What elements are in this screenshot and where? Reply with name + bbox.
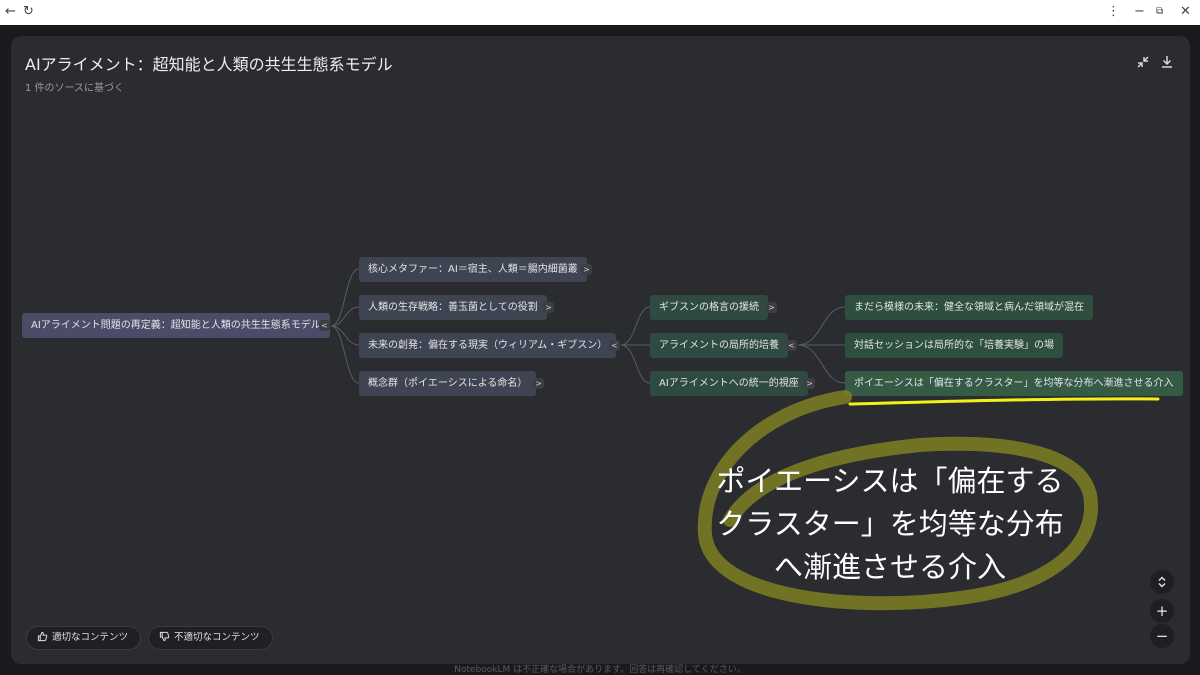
thumbs-down-icon (159, 629, 170, 642)
good-content-label: 適切なコンテンツ (52, 632, 129, 643)
bad-content-button[interactable]: 不適切なコンテンツ (148, 626, 273, 650)
annotation-line: へ漸進させる介入 (773, 550, 1006, 584)
fit-view-button[interactable] (1150, 570, 1174, 594)
unfold-icon (1158, 576, 1166, 588)
annotation-callout: ポイエーシスは「偏在する クラスター」を均等な分布 へ漸進させる介入 (685, 460, 1095, 589)
thumbs-up-icon (37, 629, 48, 642)
annotation-line: クラスター」を均等な分布 (716, 507, 1064, 541)
annotation-line: ポイエーシスは「偏在する (716, 464, 1064, 498)
bad-content-label: 不適切なコンテンツ (174, 632, 260, 643)
good-content-button[interactable]: 適切なコンテンツ (26, 626, 142, 650)
zoom-out-button[interactable]: − (1150, 624, 1174, 648)
zoom-in-button[interactable]: + (1150, 599, 1174, 623)
